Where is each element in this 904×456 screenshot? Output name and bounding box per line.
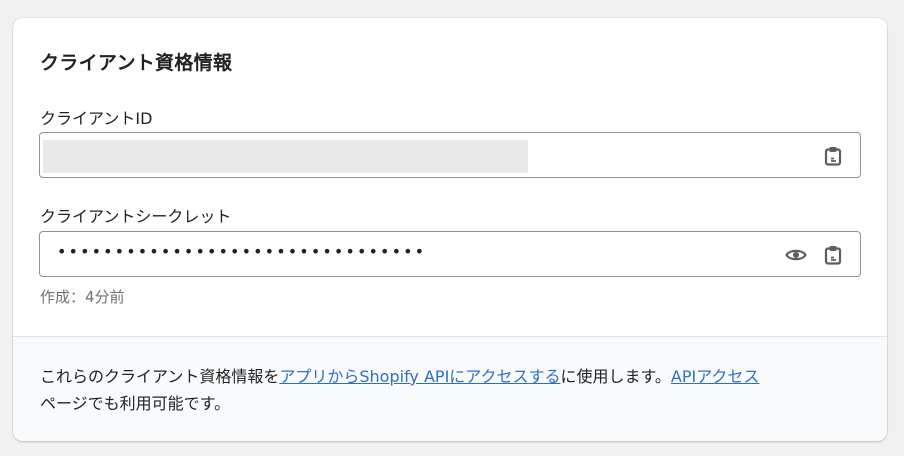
clipboard-icon <box>824 146 842 166</box>
client-secret-label: クライアントシークレット <box>40 207 232 226</box>
footer-text-2: に使用します。 <box>560 367 671 386</box>
eye-icon <box>785 247 807 263</box>
copy-client-id-button[interactable] <box>821 144 845 168</box>
client-secret-field[interactable]: •••••••••••••••••••••••••••••••• <box>39 231 861 277</box>
card-footer: これらのクライアント資格情報をアプリからShopify APIにアクセスするに使… <box>13 337 887 441</box>
api-access-link[interactable]: APIアクセス <box>671 367 760 386</box>
client-credentials-card: クライアント資格情報 クライアントID クライアントシークレット •••••••… <box>13 18 887 441</box>
client-id-field[interactable] <box>39 132 861 178</box>
clipboard-icon <box>824 245 842 265</box>
reveal-secret-button[interactable] <box>784 243 808 267</box>
secret-created-time: 作成：4分前 <box>40 288 125 306</box>
access-shopify-api-link[interactable]: アプリからShopify APIにアクセスする <box>279 367 560 386</box>
card-title: クライアント資格情報 <box>40 52 233 74</box>
footer-text-1: これらのクライアント資格情報を <box>40 367 280 386</box>
card-body: クライアント資格情報 クライアントID クライアントシークレット •••••••… <box>13 18 887 336</box>
client-id-label: クライアントID <box>40 109 153 128</box>
redacted-client-id <box>43 140 528 173</box>
masked-secret-value: •••••••••••••••••••••••••••••••• <box>57 242 427 261</box>
copy-client-secret-button[interactable] <box>821 243 845 267</box>
footer-description: これらのクライアント資格情報をアプリからShopify APIにアクセスするに使… <box>40 363 870 417</box>
footer-text-3: ページでも利用可能です。 <box>40 394 231 413</box>
